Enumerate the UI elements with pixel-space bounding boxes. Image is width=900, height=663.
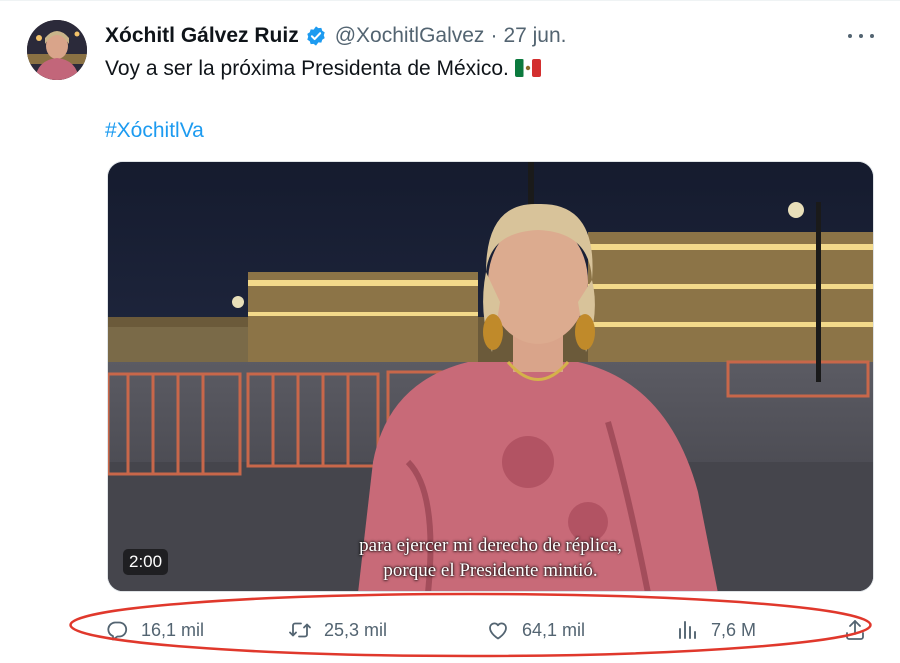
retweet-count: 25,3 mil [324,619,388,640]
video-subtitle-line1: para ejercer mi derecho de réplica, [359,535,622,556]
avatar[interactable] [27,20,87,80]
reply-count: 16,1 mil [141,619,205,640]
more-dot [859,34,863,38]
like-count: 64,1 mil [522,619,586,640]
top-divider [0,0,900,1]
tweet-date[interactable]: 27 jun. [503,24,566,48]
author-handle[interactable]: @XochitlGalvez [335,24,485,48]
tweet-actions: 16,1 mil 25,3 mil 64,1 mil 7,6 M [105,614,875,646]
views-button[interactable]: 7,6 M [675,614,756,646]
tweet-text-content: Voy a ser la próxima Presidenta de Méxic… [105,57,509,80]
tweet-header: Xóchitl Gálvez Ruiz @XochitlGalvez · 27 … [105,22,567,50]
hashtag-link[interactable]: #XóchitlVa [105,117,204,145]
more-dot [870,34,874,38]
more-dot [848,34,852,38]
like-icon [489,622,507,640]
more-icon[interactable] [848,24,874,48]
avatar-image [27,20,87,80]
reply-icon [107,621,128,641]
share-button[interactable] [843,614,879,646]
video-subtitle-line2: porque el Presidente mintió. [383,560,598,581]
share-icon [846,620,864,640]
separator-dot: · [490,24,498,47]
retweet-icon [289,622,311,638]
views-icon [679,621,696,639]
tweet-text: Voy a ser la próxima Presidenta de Méxic… [105,55,541,83]
mexico-flag-icon [514,59,541,77]
reply-button[interactable]: 16,1 mil [105,614,204,646]
video-frame [108,162,873,591]
verified-badge-icon [307,26,325,46]
author-name[interactable]: Xóchitl Gálvez Ruiz [105,24,299,48]
views-count: 7,6 M [711,619,757,640]
retweet-button[interactable]: 25,3 mil [288,614,387,646]
video-player[interactable]: 2:00 para ejercer mi derecho de réplica,… [107,161,874,592]
like-button[interactable]: 64,1 mil [486,614,585,646]
